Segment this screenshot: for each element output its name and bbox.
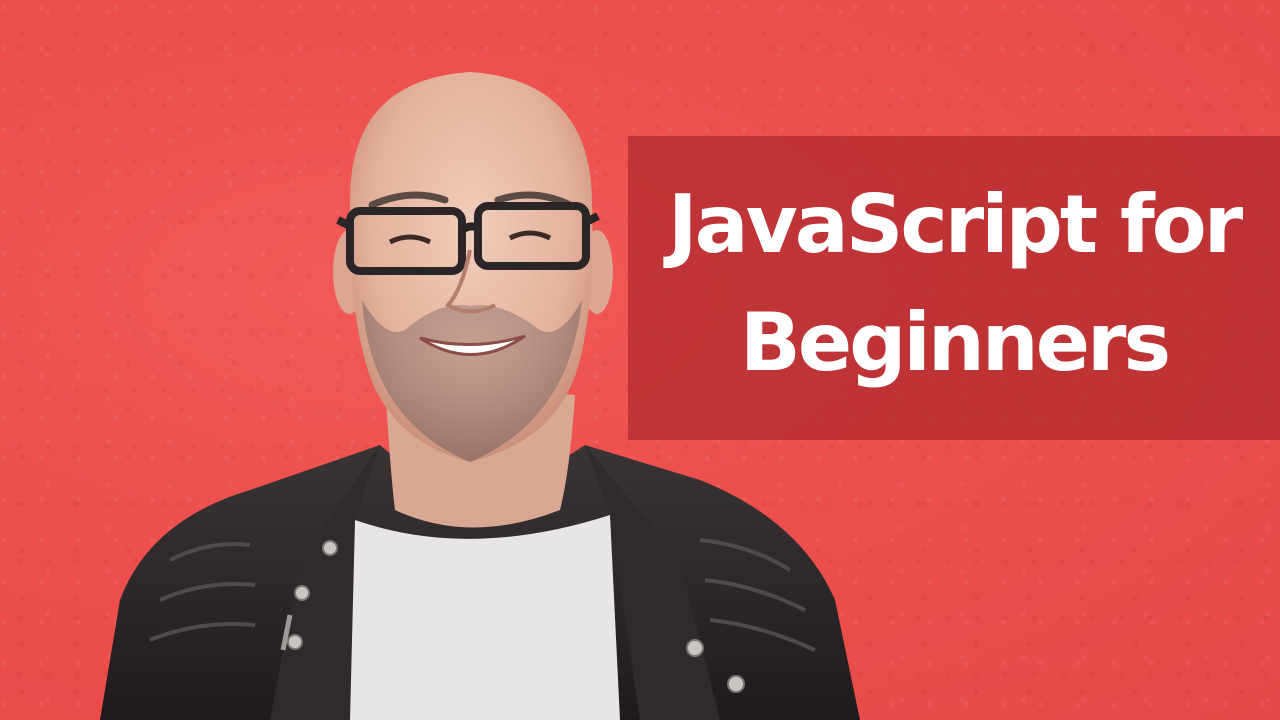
title-line-1: JavaScript for xyxy=(667,178,1243,271)
grey-tshirt xyxy=(345,515,620,720)
video-thumbnail: JavaScript for Beginners xyxy=(0,0,1280,720)
title-banner: JavaScript for Beginners xyxy=(628,136,1280,440)
title-line-2: Beginners xyxy=(739,296,1171,389)
